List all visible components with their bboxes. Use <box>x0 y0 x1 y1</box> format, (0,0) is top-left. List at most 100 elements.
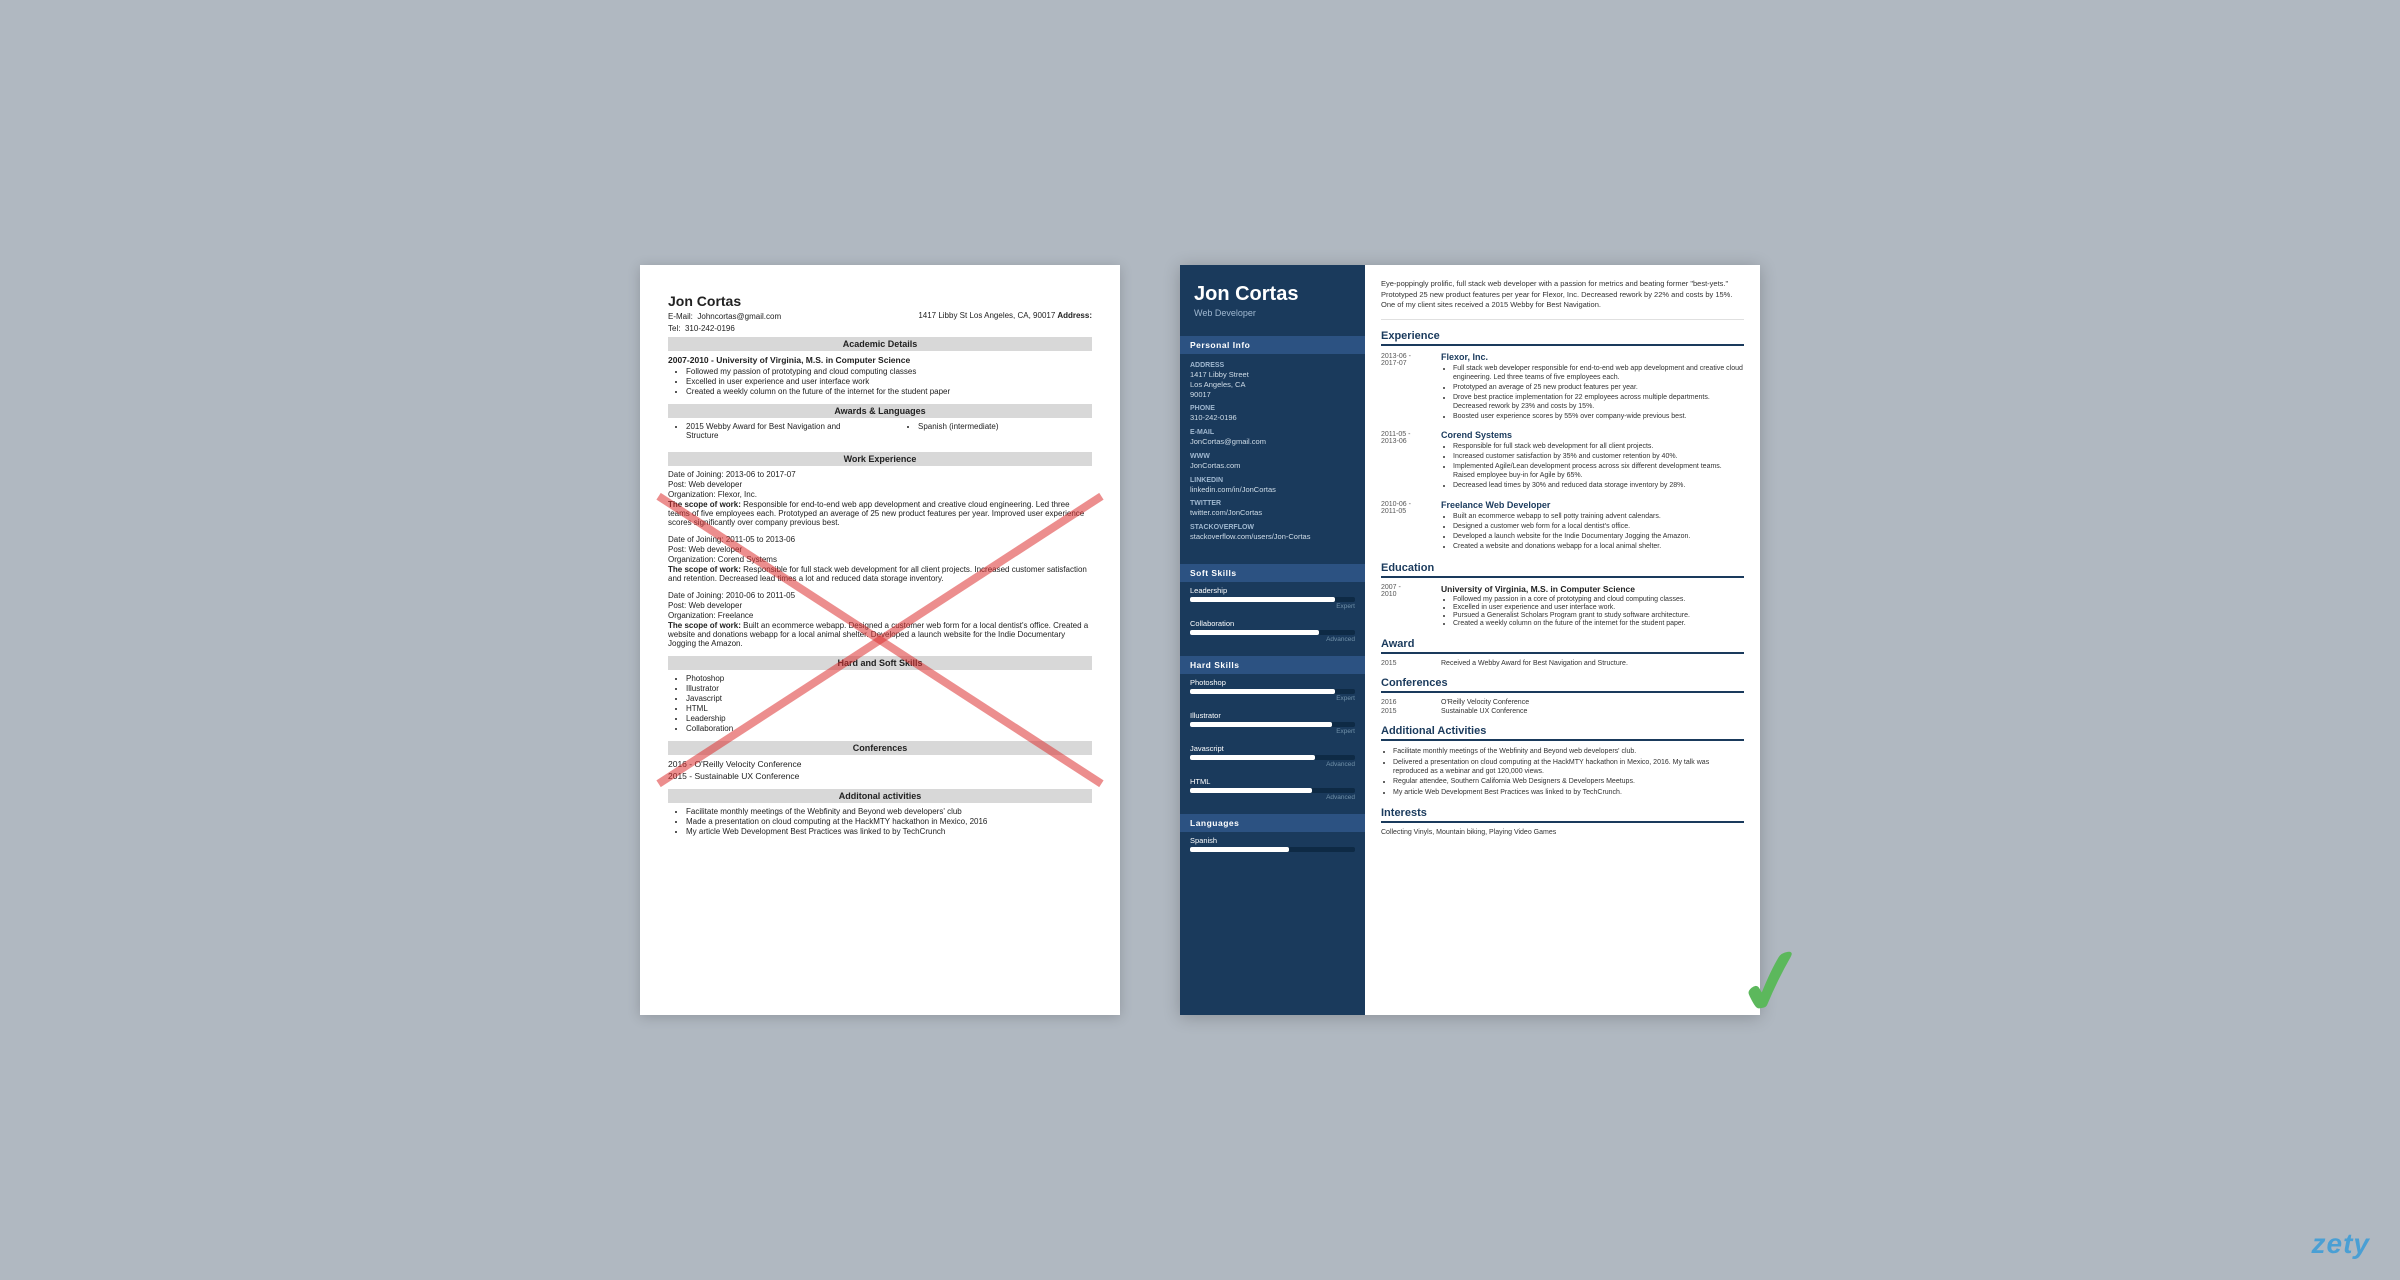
right-title: Web Developer <box>1194 308 1351 318</box>
hard-skills-bars: PhotoshopExpertIllustratorExpertJavascri… <box>1180 674 1365 806</box>
list-item: 2015 Webby Award for Best Navigation and… <box>686 422 860 440</box>
job-post: Post: Web developer <box>668 601 1092 610</box>
education-header: Education <box>1381 562 1744 578</box>
info-www: WWW JonCortas.com <box>1190 453 1355 471</box>
award-year-0: 2015 <box>1381 660 1433 667</box>
exp-company-2: Freelance Web Developer <box>1441 500 1744 510</box>
job-org: Organization: Corend Systems <box>668 555 1092 564</box>
www-value: JonCortas.com <box>1190 461 1355 471</box>
interests-text: Collecting Vinyls, Mountain biking, Play… <box>1381 829 1744 836</box>
job-date: Date of Joining: 2013-06 to 2017-07 <box>668 470 1092 479</box>
left-tel-label: Tel: <box>668 324 680 333</box>
exp-body-2: Freelance Web Developer Built an ecommer… <box>1441 500 1744 552</box>
skill-bar-bg <box>1190 722 1355 727</box>
list-item: My article Web Development Best Practice… <box>686 827 1092 836</box>
skill-bar-fill <box>1190 755 1315 760</box>
skill-name: HTML <box>1190 777 1355 786</box>
skill-bar-fill <box>1190 630 1319 635</box>
conf-year-0: 2016 <box>1381 699 1433 706</box>
skill-bar-bg <box>1190 755 1355 760</box>
list-item: Implemented Agile/Lean development proce… <box>1453 462 1744 480</box>
resume-right: ✓ Jon Cortas Web Developer Personal Info… <box>1180 265 1760 1015</box>
list-item: Created a website and donations webapp f… <box>1453 542 1744 551</box>
job-scope: The scope of work: Responsible for full … <box>668 565 1092 583</box>
languages-bars: Spanish <box>1180 832 1365 858</box>
soft-skills-bars: LeadershipExpertCollaborationAdvanced <box>1180 582 1365 648</box>
exp-date-2: 2010-06 - 2011-05 <box>1381 500 1433 552</box>
skill-bar-item: HTMLAdvanced <box>1180 773 1365 803</box>
exp-entry-1: 2011-05 - 2013-06 Corend Systems Respons… <box>1381 430 1744 491</box>
skill-bar-bg <box>1190 847 1355 852</box>
skill-bar-fill <box>1190 847 1289 852</box>
address-value: 1417 Libby Street Los Angeles, CA 90017 <box>1190 370 1355 399</box>
skill-bar-bg <box>1190 689 1355 694</box>
info-stackoverflow: StackOverflow stackoverflow.com/users/Jo… <box>1190 524 1355 542</box>
list-item: Created a weekly column on the future of… <box>686 387 1092 396</box>
job-org: Organization: Freelance <box>668 611 1092 620</box>
skill-bar-item: Spanish <box>1180 832 1365 855</box>
skill-bar-fill <box>1190 788 1312 793</box>
list-item: Developed a launch website for the Indie… <box>1453 532 1744 541</box>
edu-bullets-0: Followed my passion in a core of prototy… <box>1453 596 1744 627</box>
list-item: Photoshop <box>686 674 1092 683</box>
exp-bullets-1: Responsible for full stack web developme… <box>1453 442 1744 490</box>
job-post: Post: Web developer <box>668 480 1092 489</box>
languages-label: Languages <box>1180 814 1365 832</box>
job-scope: The scope of work: Responsible for end-t… <box>668 500 1092 527</box>
job-entry: Date of Joining: 2010-06 to 2011-05 Post… <box>668 591 1092 648</box>
list-item: Designed a customer web form for a local… <box>1453 522 1744 531</box>
list-item: Full stack web developer responsible for… <box>1453 364 1744 382</box>
awards-header: Awards & Languages <box>668 404 1092 418</box>
zety-watermark: zety <box>2312 1228 2370 1260</box>
work-header: Work Experience <box>668 452 1092 466</box>
exp-entry-0: 2013-06 - 2017-07 Flexor, Inc. Full stac… <box>1381 352 1744 423</box>
list-item: Increased customer satisfaction by 35% a… <box>1453 452 1744 461</box>
skill-level: Expert <box>1190 728 1355 735</box>
job-date: Date of Joining: 2011-05 to 2013-06 <box>668 535 1092 544</box>
conferences-header-right: Conferences <box>1381 677 1744 693</box>
job-entry: Date of Joining: 2013-06 to 2017-07 Post… <box>668 470 1092 527</box>
edu-degree-0: University of Virginia, M.S. in Computer… <box>1441 584 1744 594</box>
skill-name: Photoshop <box>1190 678 1355 687</box>
hard-skills-label: Hard Skills <box>1180 656 1365 674</box>
skill-level: Expert <box>1190 603 1355 610</box>
education-section: Education 2007 - 2010 University of Virg… <box>1381 562 1744 628</box>
exp-bullets-2: Built an ecommerce webapp to sell potty … <box>1453 512 1744 551</box>
address-label: Address <box>1190 362 1355 369</box>
skill-level: Expert <box>1190 695 1355 702</box>
list-item: Made a presentation on cloud computing a… <box>686 817 1092 826</box>
left-name: Jon Cortas <box>668 293 1092 309</box>
list-item: Drove best practice implementation for 2… <box>1453 393 1744 411</box>
activities-header: Additonal activities <box>668 789 1092 803</box>
exp-entry-2: 2010-06 - 2011-05 Freelance Web Develope… <box>1381 500 1744 552</box>
activities-section: Additional Activities Facilitate monthly… <box>1381 725 1744 797</box>
job-entry: Date of Joining: 2011-05 to 2013-06 Post… <box>668 535 1092 583</box>
info-phone: Phone 310-242-0196 <box>1190 405 1355 423</box>
list-item: Leadership <box>686 714 1092 723</box>
skill-level: Advanced <box>1190 636 1355 643</box>
activities-list-right: Facilitate monthly meetings of the Webfi… <box>1393 747 1744 797</box>
list-item: Prototyped an average of 25 new product … <box>1453 383 1744 392</box>
list-item: My article Web Development Best Practice… <box>1393 788 1744 797</box>
edu-entry-0: 2007 - 2010 University of Virginia, M.S.… <box>1381 584 1744 628</box>
info-email: E-mail JonCortas@gmail.com <box>1190 429 1355 447</box>
academic-bullets: Followed my passion of prototyping and c… <box>686 367 1092 396</box>
right-name: Jon Cortas <box>1194 283 1351 305</box>
list-item: Built an ecommerce webapp to sell potty … <box>1453 512 1744 521</box>
academic-entry: 2007-2010 - University of Virginia, M.S.… <box>668 355 1092 365</box>
left-address: 1417 Libby St Los Angeles, CA, 90017 <box>918 311 1055 320</box>
skills-list: Photoshop Illustrator Javascript HTML Le… <box>686 674 1092 733</box>
exp-body-1: Corend Systems Responsible for full stac… <box>1441 430 1744 491</box>
list-item: 2015 - Sustainable UX Conference <box>668 771 1092 781</box>
list-item: Javascript <box>686 694 1092 703</box>
conferences-section: Conferences 2016 O'Reilly Velocity Confe… <box>1381 677 1744 715</box>
conf-year-1: 2015 <box>1381 708 1433 715</box>
left-tel: 310-242-0196 <box>685 324 735 333</box>
sidebar-personal-label: Personal Info <box>1180 336 1365 354</box>
stackoverflow-label: StackOverflow <box>1190 524 1355 531</box>
right-sidebar: Jon Cortas Web Developer Personal Info A… <box>1180 265 1365 1015</box>
phone-label: Phone <box>1190 405 1355 412</box>
list-item: Responsible for full stack web developme… <box>1453 442 1744 451</box>
list-item: Excelled in user experience and user int… <box>1453 604 1744 611</box>
exp-company-1: Corend Systems <box>1441 430 1744 440</box>
